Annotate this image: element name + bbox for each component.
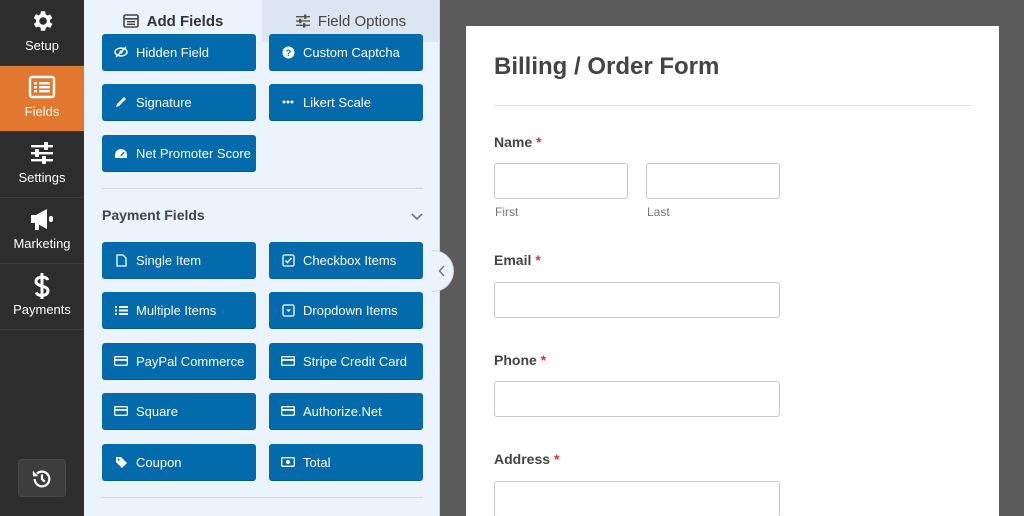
nav-settings[interactable]: Settings <box>0 132 84 198</box>
checkbox-icon <box>281 253 295 267</box>
phone-label-text: Phone <box>494 352 537 368</box>
form-title: Billing / Order Form <box>494 53 720 80</box>
single-item-button[interactable]: Single Item <box>102 242 256 278</box>
fields-list-icon <box>0 74 84 102</box>
required-marker: * <box>535 252 541 268</box>
question-circle-icon: ? <box>281 45 295 59</box>
money-icon <box>281 455 295 469</box>
list-icon <box>114 303 128 317</box>
phone-field-label[interactable]: Phone * <box>494 352 546 368</box>
stripe-credit-card-label: Stripe Credit Card <box>303 353 408 369</box>
nav-marketing-label: Marketing <box>13 236 71 251</box>
svg-text:?: ? <box>285 48 291 58</box>
title-divider <box>494 105 971 106</box>
custom-captcha-label: Custom Captcha <box>303 44 400 60</box>
dots-icon <box>281 95 295 109</box>
nav-setup-label: Setup <box>25 38 59 53</box>
email-field-label[interactable]: Email * <box>494 252 541 268</box>
coupon-label: Coupon <box>136 454 182 470</box>
revision-history-button[interactable] <box>18 459 66 497</box>
nav-payments-label: Payments <box>13 302 71 317</box>
file-icon <box>114 253 128 267</box>
credit-card-icon <box>281 404 295 418</box>
credit-card-icon <box>114 354 128 368</box>
builder-nav: Setup Fields Settings Marketing Payments <box>0 0 84 516</box>
checkbox-items-button[interactable]: Checkbox Items <box>269 242 423 278</box>
nav-fields[interactable]: Fields <box>0 66 84 132</box>
required-marker: * <box>554 451 560 467</box>
likert-scale-label: Likert Scale <box>303 94 371 110</box>
authorize-net-button[interactable]: Authorize.Net <box>269 393 423 429</box>
required-marker: * <box>540 352 547 368</box>
eye-slash-icon <box>114 45 128 59</box>
credit-card-icon <box>114 404 128 418</box>
signature-label: Signature <box>136 94 192 110</box>
hidden-field-button[interactable]: Hidden Field <box>102 34 256 70</box>
square-button[interactable]: Square <box>102 393 256 429</box>
first-name-input[interactable] <box>494 163 628 199</box>
history-icon <box>19 468 65 490</box>
megaphone-icon <box>0 206 84 234</box>
likert-scale-button[interactable]: Likert Scale <box>269 84 423 120</box>
dropdown-items-button[interactable]: Dropdown Items <box>269 292 423 328</box>
custom-captcha-button[interactable]: ? Custom Captcha <box>269 34 423 70</box>
authorize-net-label: Authorize.Net <box>303 403 382 419</box>
section-divider <box>102 497 423 498</box>
nav-payments[interactable]: Payments <box>0 264 84 330</box>
coupon-button[interactable]: Coupon <box>102 444 256 480</box>
chevron-left-icon <box>432 265 453 277</box>
signature-button[interactable]: Signature <box>102 84 256 120</box>
pen-icon <box>114 95 128 109</box>
multiple-items-button[interactable]: Multiple Items <box>102 292 256 328</box>
stripe-credit-card-button[interactable]: Stripe Credit Card <box>269 343 423 379</box>
nav-setup[interactable]: Setup <box>0 0 84 66</box>
list-icon <box>122 14 139 28</box>
email-input[interactable] <box>494 282 780 318</box>
net-promoter-score-button[interactable]: Net Promoter Score <box>102 135 256 171</box>
sliders-icon <box>295 14 310 28</box>
first-sublabel: First <box>495 205 519 219</box>
sliders-icon <box>0 140 84 168</box>
multiple-items-label: Multiple Items <box>136 302 217 318</box>
square-label: Square <box>136 403 178 419</box>
dropdown-items-label: Dropdown Items <box>303 302 398 318</box>
dollar-icon <box>0 272 84 300</box>
fields-panel: Add Fields Field Options Hidden Field ? … <box>84 0 440 516</box>
chevron-down-icon[interactable] <box>411 208 423 226</box>
last-sublabel: Last <box>647 205 670 219</box>
gear-icon <box>0 8 84 36</box>
paypal-commerce-label: PayPal Commerce <box>136 353 245 369</box>
nav-marketing[interactable]: Marketing <box>0 198 84 264</box>
name-label-text: Name <box>494 134 533 150</box>
credit-card-icon <box>281 354 295 368</box>
name-field-label[interactable]: Name * <box>494 134 542 150</box>
form-preview: Billing / Order Form Name * First Last Em… <box>466 26 999 516</box>
collapse-panel-button[interactable] <box>432 250 454 292</box>
nav-fields-label: Fields <box>24 104 60 119</box>
checkbox-items-label: Checkbox Items <box>303 252 397 268</box>
net-promoter-score-label: Net Promoter Score <box>136 145 251 161</box>
address-field-label[interactable]: Address * <box>494 451 559 467</box>
gauge-icon <box>114 146 128 160</box>
address-label-text: Address <box>494 451 551 467</box>
phone-input[interactable] <box>494 381 780 417</box>
payment-fields-title[interactable]: Payment Fields <box>102 207 205 223</box>
paypal-commerce-button[interactable]: PayPal Commerce <box>102 343 256 379</box>
total-label: Total <box>303 454 331 470</box>
total-button[interactable]: Total <box>269 444 423 480</box>
required-marker: * <box>536 134 542 150</box>
tab-field-options-label: Field Options <box>317 12 407 30</box>
section-divider <box>102 188 423 189</box>
tag-icon <box>114 455 128 469</box>
email-label-text: Email <box>494 252 532 268</box>
single-item-label: Single Item <box>136 252 202 268</box>
nav-settings-label: Settings <box>18 170 66 185</box>
dropdown-icon <box>281 303 295 317</box>
address-input[interactable] <box>494 481 780 516</box>
tab-add-fields-label: Add Fields <box>146 12 224 30</box>
last-name-input[interactable] <box>646 163 780 199</box>
hidden-field-label: Hidden Field <box>136 44 209 60</box>
